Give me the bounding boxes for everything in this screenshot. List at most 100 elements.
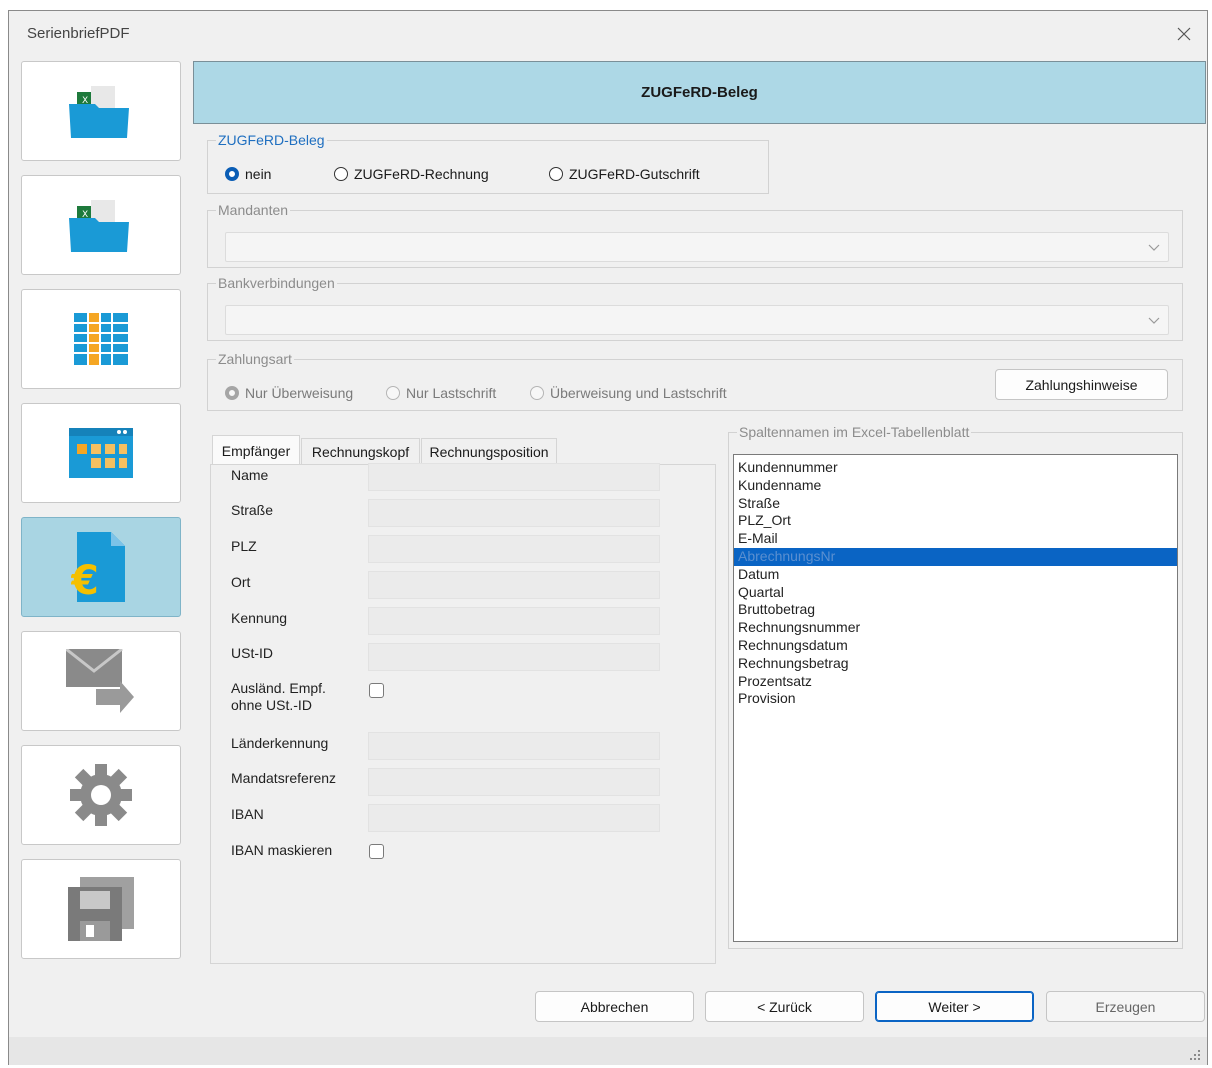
zugferd-group: ZUGFeRD-Beleg bbox=[207, 132, 769, 194]
window-title: SerienbriefPDF bbox=[27, 25, 130, 42]
list-item[interactable]: Rechnungsdatum bbox=[734, 637, 1177, 655]
mandatsreferenz-label: Mandatsreferenz bbox=[231, 770, 337, 786]
sidebar-item-excel-target[interactable]: X bbox=[21, 175, 181, 275]
radio-nein[interactable]: nein bbox=[225, 166, 271, 182]
mandanten-legend: Mandanten bbox=[218, 202, 289, 218]
dialog-window: SerienbriefPDF X X € ZUGFeRD-Beleg ZUGFe… bbox=[8, 10, 1208, 1065]
radio-dot bbox=[530, 386, 544, 400]
button-label: Abbrechen bbox=[580, 998, 649, 1015]
sidebar-item-settings[interactable] bbox=[21, 745, 181, 845]
excel-folder-icon: X bbox=[69, 86, 129, 138]
floppy-disk-icon bbox=[68, 877, 134, 941]
strasse-field[interactable] bbox=[368, 499, 660, 527]
auslaend-label-line2: ohne USt.-ID bbox=[231, 697, 312, 713]
tab-rechnungskopf[interactable]: Rechnungskopf bbox=[301, 438, 420, 464]
radio-ueberweisung-und-lastschrift[interactable]: Überweisung und Lastschrift bbox=[530, 385, 727, 401]
sidebar-item-excel-source[interactable]: X bbox=[21, 61, 181, 161]
euro-document-icon: € bbox=[71, 532, 125, 602]
auslaend-label-line1: Ausländ. Empf. bbox=[231, 680, 326, 696]
ort-field[interactable] bbox=[368, 571, 660, 599]
zugferd-legend: ZUGFeRD-Beleg bbox=[218, 132, 325, 148]
ustid-label: USt-ID bbox=[231, 645, 273, 661]
kennung-label: Kennung bbox=[231, 610, 288, 626]
radio-dot bbox=[549, 167, 563, 181]
list-item[interactable]: Rechnungsbetrag bbox=[734, 655, 1177, 673]
sidebar-item-layout[interactable] bbox=[21, 403, 181, 503]
bank-select[interactable] bbox=[225, 305, 1169, 335]
radio-label: Überweisung und Lastschrift bbox=[550, 385, 727, 401]
ustid-field[interactable] bbox=[368, 643, 660, 671]
browser-grid-icon bbox=[69, 428, 133, 478]
next-button[interactable]: Weiter > bbox=[875, 991, 1034, 1022]
iban-maskieren-checkbox[interactable] bbox=[369, 844, 384, 859]
name-label: Name bbox=[231, 467, 269, 483]
strasse-label: Straße bbox=[231, 502, 274, 518]
kennung-field[interactable] bbox=[368, 607, 660, 635]
list-item[interactable]: Provision bbox=[734, 690, 1177, 708]
radio-label: Nur Lastschrift bbox=[406, 385, 497, 401]
columns-legend: Spaltennamen im Excel-Tabellenblatt bbox=[739, 424, 970, 440]
radio-label: ZUGFeRD-Gutschrift bbox=[569, 166, 700, 182]
list-item[interactable]: E-Mail bbox=[734, 530, 1177, 548]
zahlungshinweise-button[interactable]: Zahlungshinweise bbox=[995, 369, 1168, 400]
tab-label: Rechnungskopf bbox=[311, 443, 410, 460]
radio-label: ZUGFeRD-Rechnung bbox=[354, 166, 489, 182]
radio-zugferd-rechnung[interactable]: ZUGFeRD-Rechnung bbox=[334, 166, 489, 182]
mandatsreferenz-field[interactable] bbox=[368, 768, 660, 796]
list-item[interactable]: Rechnungsnummer bbox=[734, 619, 1177, 637]
radio-label: nein bbox=[245, 166, 272, 182]
title-bar: SerienbriefPDF bbox=[9, 11, 1207, 57]
sidebar-item-save[interactable] bbox=[21, 859, 181, 959]
button-label: Erzeugen bbox=[1095, 998, 1156, 1015]
radio-zugferd-gutschrift[interactable]: ZUGFeRD-Gutschrift bbox=[549, 166, 700, 182]
button-label: < Zurück bbox=[757, 998, 812, 1015]
resize-grip-icon[interactable] bbox=[1189, 1049, 1201, 1061]
status-bar bbox=[9, 1037, 1207, 1065]
sidebar-item-mail[interactable] bbox=[21, 631, 181, 731]
page-header: ZUGFeRD-Beleg bbox=[193, 61, 1206, 124]
list-item-selected[interactable]: AbrechnungsNr bbox=[734, 547, 1177, 566]
plz-field[interactable] bbox=[368, 535, 660, 563]
table-column-icon bbox=[74, 313, 128, 365]
button-label: Zahlungshinweise bbox=[1025, 376, 1138, 393]
sidebar-item-zugferd[interactable]: € bbox=[21, 517, 181, 617]
radio-dot bbox=[386, 386, 400, 400]
list-item[interactable]: PLZ_Ort bbox=[734, 512, 1177, 530]
iban-field[interactable] bbox=[368, 804, 660, 832]
gear-icon bbox=[70, 764, 132, 826]
tab-rechnungsposition[interactable]: Rechnungsposition bbox=[421, 438, 557, 464]
svg-text:€: € bbox=[71, 558, 99, 602]
bank-legend: Bankverbindungen bbox=[218, 275, 335, 291]
generate-button[interactable]: Erzeugen bbox=[1046, 991, 1205, 1022]
laenderkennung-field[interactable] bbox=[368, 732, 660, 760]
excel-folder-icon: X bbox=[69, 200, 129, 252]
plz-label: PLZ bbox=[231, 538, 257, 554]
back-button[interactable]: < Zurück bbox=[705, 991, 864, 1022]
sidebar-item-table[interactable] bbox=[21, 289, 181, 389]
list-item[interactable]: Datum bbox=[734, 566, 1177, 584]
mandanten-select[interactable] bbox=[225, 232, 1169, 262]
list-item[interactable]: Kundennummer bbox=[734, 459, 1177, 477]
radio-selected-dot bbox=[225, 167, 239, 181]
tab-empfaenger[interactable]: Empfänger bbox=[212, 435, 300, 465]
name-field[interactable] bbox=[368, 463, 660, 491]
list-item-label: AbrechnungsNr bbox=[738, 547, 836, 564]
list-item[interactable]: Kundenname bbox=[734, 477, 1177, 495]
list-item[interactable]: Bruttobetrag bbox=[734, 601, 1177, 619]
list-item[interactable]: Straße bbox=[734, 495, 1177, 513]
cancel-button[interactable]: Abbrechen bbox=[535, 991, 694, 1022]
columns-listbox[interactable]: Kundennummer Kundenname Straße PLZ_Ort E… bbox=[733, 454, 1178, 942]
tab-label: Rechnungsposition bbox=[429, 443, 549, 460]
laenderkennung-label: Länderkennung bbox=[231, 735, 329, 751]
mail-forward-icon bbox=[66, 649, 134, 713]
list-item[interactable]: Quartal bbox=[734, 584, 1177, 602]
close-button[interactable] bbox=[1161, 11, 1207, 57]
radio-label: Nur Überweisung bbox=[245, 385, 354, 401]
radio-nur-ueberweisung[interactable]: Nur Überweisung bbox=[225, 385, 353, 401]
radio-nur-lastschrift[interactable]: Nur Lastschrift bbox=[386, 385, 496, 401]
iban-maskieren-label: IBAN maskieren bbox=[231, 842, 333, 858]
tab-label: Empfänger bbox=[221, 442, 291, 459]
iban-label: IBAN bbox=[231, 806, 264, 822]
list-item[interactable]: Prozentsatz bbox=[734, 673, 1177, 691]
auslaend-checkbox[interactable] bbox=[369, 683, 384, 698]
